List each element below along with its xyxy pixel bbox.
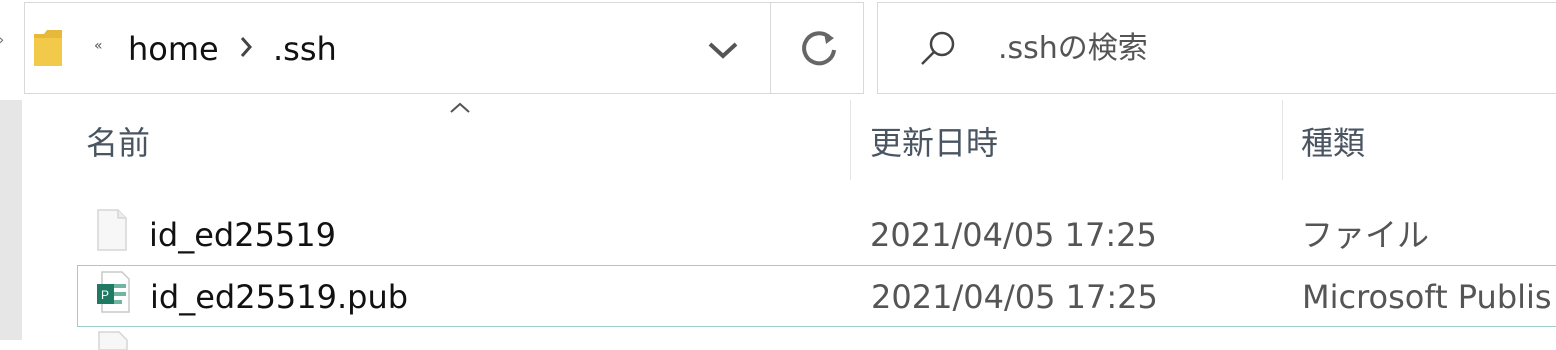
navigation-scrollbar[interactable] <box>0 100 22 340</box>
file-type: Microsoft Publis <box>1302 278 1552 316</box>
svg-text:P: P <box>101 288 109 302</box>
breadcrumb-overflow-icon[interactable]: « <box>94 38 108 54</box>
refresh-icon[interactable] <box>790 22 848 76</box>
column-divider[interactable] <box>850 100 851 180</box>
column-header-type[interactable]: 種類 <box>1301 118 1365 168</box>
scroll-left-icon[interactable]: › <box>0 30 6 50</box>
file-modified: 2021/04/05 17:25 <box>871 278 1158 316</box>
search-icon <box>921 31 955 65</box>
folder-icon <box>34 30 62 66</box>
file-row-selected[interactable]: P id_ed25519.pub 2021/04/05 17:25 Micros… <box>77 265 1556 327</box>
breadcrumb-separator-icon[interactable] <box>238 34 254 60</box>
column-header-modified[interactable]: 更新日時 <box>870 118 998 168</box>
search-input[interactable]: .sshの検索 <box>998 24 1148 74</box>
file-row[interactable]: id_ed25519 2021/04/05 17:25 ファイル <box>77 204 1556 266</box>
sort-ascending-icon <box>450 102 470 113</box>
blank-file-icon <box>97 209 127 251</box>
breadcrumb-ssh[interactable]: .ssh <box>273 24 337 74</box>
column-divider[interactable] <box>1282 100 1283 180</box>
file-icon <box>98 331 128 350</box>
file-type: ファイル <box>1301 216 1430 254</box>
column-header-name[interactable]: 名前 <box>86 118 150 168</box>
file-name: id_ed25519 <box>149 216 336 254</box>
chevron-down-icon[interactable] <box>700 30 746 70</box>
address-divider <box>770 2 771 94</box>
file-modified: 2021/04/05 17:25 <box>870 216 1157 254</box>
publisher-file-icon: P <box>97 271 130 313</box>
file-name: id_ed25519.pub <box>150 278 409 316</box>
breadcrumb-home[interactable]: home <box>128 24 219 74</box>
search-box[interactable] <box>877 2 1556 94</box>
